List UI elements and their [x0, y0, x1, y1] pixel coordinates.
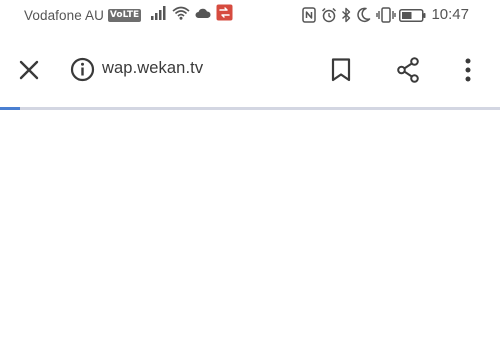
close-button[interactable] [8, 42, 50, 102]
browser-toolbar: wap.wekan.tv [0, 42, 500, 102]
notification-app-icon [216, 4, 233, 26]
signal-icon [151, 5, 167, 25]
more-options-button[interactable] [452, 42, 484, 102]
status-bar: Vodafone AU VoLTE 10:47 [0, 0, 500, 30]
share-button[interactable] [388, 42, 428, 102]
battery-icon [399, 9, 426, 27]
status-bar-left: Vodafone AU VoLTE [24, 0, 233, 30]
wifi-icon [172, 6, 190, 25]
web-page-content[interactable] [0, 110, 500, 348]
volte-badge: VoLTE [107, 8, 142, 22]
alarm-icon [321, 7, 337, 28]
url-text[interactable]: wap.wekan.tv [102, 59, 203, 78]
site-info-icon [70, 57, 95, 87]
share-icon [395, 56, 421, 88]
cloud-icon [195, 6, 211, 24]
do-not-disturb-icon [357, 7, 371, 28]
status-bar-right: 10:47 [300, 0, 500, 30]
close-icon [19, 60, 39, 85]
carrier-name: Vodafone AU [24, 7, 104, 23]
status-clock: 10:47 [431, 6, 469, 23]
more-options-icon [465, 58, 471, 87]
site-info-button[interactable] [66, 42, 98, 102]
bookmark-icon [331, 57, 351, 87]
nfc-icon [302, 7, 316, 28]
bluetooth-icon [341, 7, 352, 28]
vibrate-icon [376, 7, 396, 28]
bookmark-button[interactable] [322, 42, 360, 102]
